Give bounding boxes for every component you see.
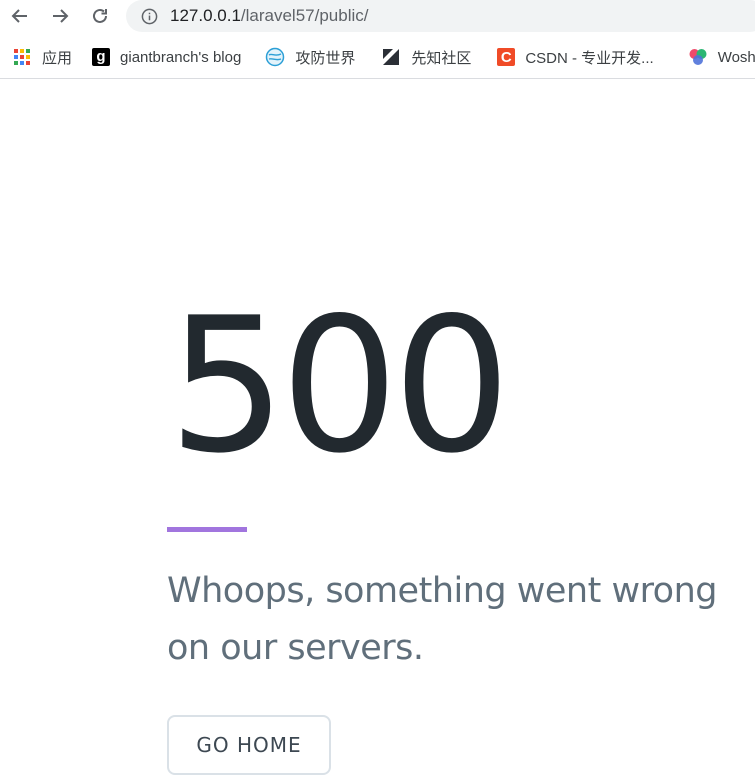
g-logo-icon: g: [92, 48, 111, 66]
back-button[interactable]: [8, 4, 32, 28]
bookmark-giantbranch-blog[interactable]: g giantbranch's blog: [82, 43, 249, 71]
bookmark-gongfang[interactable]: 攻防世界: [255, 43, 363, 71]
apps-grid-icon: [12, 47, 32, 67]
bookmark-csdn[interactable]: C CSDN - 专业开发...: [487, 43, 661, 71]
arrow-left-icon: [11, 9, 27, 23]
browser-toolbar: 127.0.0.1/laravel57/public/: [0, 0, 755, 36]
xianzhi-logo-icon: [381, 47, 401, 67]
forward-button[interactable]: [48, 4, 72, 28]
arrow-right-icon: [53, 9, 69, 23]
page-content: 500 Whoops, something went wrong on our …: [0, 79, 755, 775]
url-host: 127.0.0.1: [170, 6, 241, 25]
bookmark-xianzhi[interactable]: 先知社区: [371, 43, 479, 71]
colorful-dots-icon: [688, 47, 708, 67]
reload-icon: [93, 8, 107, 23]
bookmark-label: CSDN - 专业开发...: [525, 49, 654, 67]
url-text[interactable]: 127.0.0.1/laravel57/public/: [170, 6, 368, 26]
bookmark-label: 攻防世界: [295, 49, 356, 67]
bookmark-label: giantbranch's blog: [120, 48, 242, 66]
bookmark-wosh[interactable]: Wosh: [678, 43, 755, 71]
globe-icon: [265, 47, 285, 67]
bookmark-label: 应用: [42, 49, 73, 67]
go-home-button[interactable]: GO HOME: [167, 715, 331, 775]
address-bar[interactable]: 127.0.0.1/laravel57/public/: [126, 0, 755, 32]
bookmark-label: 先知社区: [411, 49, 472, 67]
reload-button[interactable]: [88, 4, 112, 28]
error-message: Whoops, something went wrong on our serv…: [167, 571, 718, 668]
url-path: /laravel57/public/: [240, 6, 369, 25]
csdn-logo-icon: C: [497, 48, 516, 66]
bookmarks-bar: 应用 g giantbranch's blog 攻防世界 先知社区 C CSDN…: [0, 36, 755, 79]
bookmark-apps[interactable]: 应用: [0, 43, 80, 71]
bookmark-label: Wosh: [717, 48, 755, 66]
accent-divider: [167, 527, 247, 532]
error-code: 500: [168, 277, 511, 494]
info-circle-icon[interactable]: [140, 7, 158, 25]
